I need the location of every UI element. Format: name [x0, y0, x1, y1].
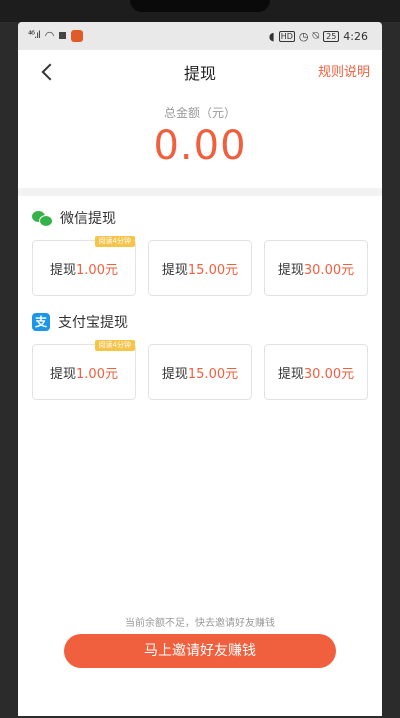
alipay-section-title: 支付宝提现: [58, 315, 128, 331]
alipay-option-3[interactable]: 提现 30.00元: [264, 344, 368, 400]
option-prefix: 提现: [161, 366, 188, 382]
option-prefix: 提现: [50, 366, 77, 382]
wechat-icon: [32, 210, 53, 227]
option-prefix: 提现: [50, 262, 77, 278]
alipay-options: 阅读4分钟 提现 1.00元 提现 15.00元 提现 30.00元: [32, 340, 368, 400]
option-tag: 阅读4分钟: [94, 340, 135, 351]
rules-link[interactable]: 规则说明: [318, 61, 370, 80]
option-prefix: 提现: [277, 262, 304, 278]
phone-notch: [130, 0, 270, 12]
balance-panel: 总金额（元） 0.00: [18, 90, 382, 188]
alarm-icon: ◷: [298, 29, 309, 43]
app-notification-icon: [71, 29, 84, 42]
invite-friends-button[interactable]: 马上邀请好友赚钱: [64, 634, 336, 668]
phone-frame-top: [0, 0, 400, 22]
bottom-bar: [18, 688, 382, 716]
wechat-option-2[interactable]: 提现 15.00元: [148, 240, 252, 296]
section-divider: [18, 188, 382, 196]
balance-label: 总金额（元）: [163, 106, 236, 120]
alipay-option-2[interactable]: 提现 15.00元: [148, 344, 252, 400]
alipay-section-header: 支 支付宝提现: [32, 300, 368, 344]
status-right: ◖ HD ◷ ⍉ 25 4:26: [269, 29, 368, 43]
wechat-options: 阅读4分钟 提现 1.00元 提现 15.00元 提现 30.00元: [32, 236, 368, 296]
wechat-section: 微信提现 阅读4分钟 提现 1.00元 提现 15.00元 提现 30.00元: [18, 196, 382, 296]
alipay-icon: 支: [32, 313, 50, 331]
battery-icon: 25: [323, 30, 340, 42]
option-prefix: 提现: [161, 262, 188, 278]
hd-icon: HD: [278, 30, 295, 42]
option-amount: 15.00元: [187, 262, 239, 278]
option-amount: 1.00元: [76, 262, 118, 278]
status-bar: ⁴⁶.ıl ◠ ◖ HD ◷ ⍉ 25 4:26: [18, 22, 382, 50]
wechat-option-3[interactable]: 提现 30.00元: [264, 240, 368, 296]
option-tag: 阅读4分钟: [94, 236, 135, 247]
wechat-option-1[interactable]: 阅读4分钟 提现 1.00元: [32, 236, 136, 296]
option-amount: 15.00元: [187, 366, 239, 382]
option-prefix: 提现: [277, 366, 304, 382]
mute-icon: ⍉: [312, 29, 320, 42]
alipay-section: 支 支付宝提现 阅读4分钟 提现 1.00元 提现 15.00元 提现 30.00元: [18, 300, 382, 400]
nav-header: 提现 规则说明: [18, 50, 382, 90]
app-screen: ⁴⁶.ıl ◠ ◖ HD ◷ ⍉ 25 4:26 提现 规则说明 总金额（元） …: [18, 22, 382, 716]
status-time: 4:26: [343, 29, 368, 43]
notification-icon: [59, 32, 67, 39]
signal-icon: ⁴⁶.ıl: [28, 30, 41, 41]
option-amount: 30.00元: [303, 262, 355, 278]
alipay-option-1[interactable]: 阅读4分钟 提现 1.00元: [32, 340, 136, 400]
option-amount: 30.00元: [303, 366, 355, 382]
headphone-icon: ◖: [268, 29, 275, 43]
wifi-icon: ◠: [44, 29, 55, 42]
balance-amount: 0.00: [153, 123, 247, 169]
option-amount: 1.00元: [76, 366, 118, 382]
wechat-section-title: 微信提现: [60, 211, 116, 227]
status-left: ⁴⁶.ıl ◠: [28, 29, 84, 42]
wechat-section-header: 微信提现: [32, 196, 368, 240]
insufficient-balance-hint: 当前余额不足，快去邀请好友赚钱: [125, 618, 275, 629]
